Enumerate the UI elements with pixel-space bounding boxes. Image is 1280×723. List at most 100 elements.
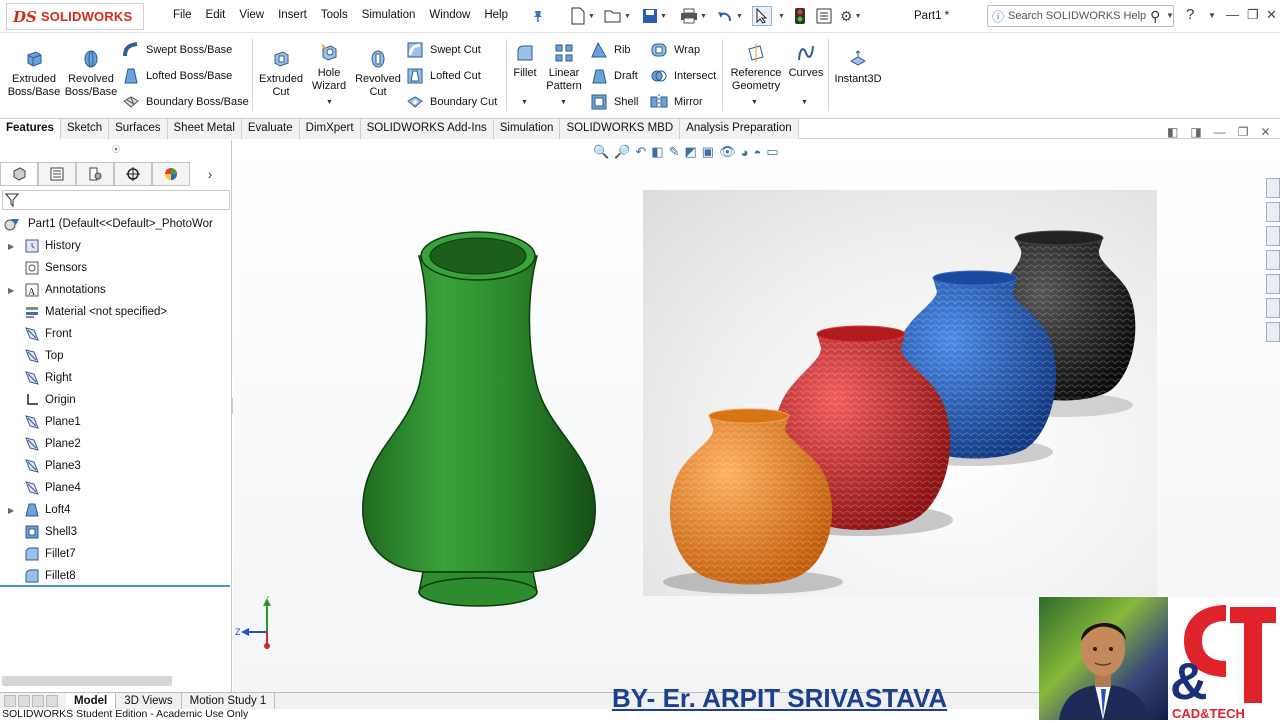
vase-3d-model[interactable]	[357, 226, 599, 612]
lofted-cut-button[interactable]: Lofted Cut	[406, 67, 481, 85]
section-view-icon[interactable]: ◧	[651, 144, 663, 160]
tab-solidworks-mbd[interactable]: SOLIDWORKS MBD	[560, 119, 681, 139]
display-style-icon[interactable]: ▣	[702, 144, 714, 160]
tree-item-plane2[interactable]: Plane2	[24, 434, 81, 454]
tab-first-arrow-icon[interactable]	[4, 695, 16, 707]
boundary-boss-button[interactable]: Boundary Boss/Base	[122, 93, 249, 111]
tab-evaluate[interactable]: Evaluate	[241, 119, 300, 139]
menu-file[interactable]: File	[166, 9, 199, 21]
tab-3d-views[interactable]: 3D Views	[116, 693, 182, 709]
display-manager-tab-icon[interactable]	[152, 162, 190, 186]
menu-help[interactable]: Help	[477, 9, 515, 21]
tab-surfaces[interactable]: Surfaces	[109, 119, 168, 139]
tree-item-plane4[interactable]: Plane4	[24, 478, 81, 498]
tree-filter-input[interactable]	[2, 190, 230, 210]
edit-appearance-icon[interactable]: ◕	[741, 145, 749, 160]
task-pane-file-explorer-icon[interactable]	[1266, 250, 1280, 270]
mirror-button[interactable]: Mirror	[650, 93, 703, 111]
curves-button[interactable]: Curves	[788, 43, 824, 80]
new-document-icon[interactable]: ▼	[570, 6, 595, 26]
help-button[interactable]: ?	[1186, 6, 1194, 23]
linear-pattern-button[interactable]: Linear Pattern	[542, 43, 586, 93]
tab-sheet-metal[interactable]: Sheet Metal	[167, 119, 242, 139]
menu-tools[interactable]: Tools	[314, 9, 355, 21]
tree-item-origin[interactable]: Origin	[24, 390, 76, 410]
tab-last-arrow-icon[interactable]	[46, 695, 58, 707]
view-triad[interactable]: Y Z	[235, 596, 283, 654]
configuration-manager-tab-icon[interactable]	[76, 162, 114, 186]
tree-item-loft4[interactable]: ▶ Loft4	[8, 500, 71, 520]
rib-button[interactable]: Rib	[590, 41, 631, 59]
menu-simulation[interactable]: Simulation	[355, 9, 423, 21]
tab-prev-arrow-icon[interactable]	[18, 695, 30, 707]
tab-motion-study-1[interactable]: Motion Study 1	[182, 693, 276, 709]
view-settings-icon[interactable]: ▭	[766, 144, 778, 160]
panel-more-chevron-icon[interactable]: ›	[190, 166, 230, 182]
wrap-button[interactable]: Wrap	[650, 41, 700, 59]
close-icon[interactable]: ✕	[1266, 7, 1277, 23]
tab-analysis-preparation[interactable]: Analysis Preparation	[680, 119, 799, 139]
tree-item-plane1[interactable]: Plane1	[24, 412, 81, 432]
tab-features[interactable]: Features	[0, 119, 61, 139]
tab-sketch[interactable]: Sketch	[60, 119, 110, 139]
options-gear-icon[interactable]: ⚙ ▼	[840, 6, 862, 26]
tab-model[interactable]: Model	[66, 693, 117, 709]
viewport-close-icon[interactable]: ✕	[1260, 125, 1270, 139]
menu-view[interactable]: View	[232, 9, 271, 21]
feature-manager-tab-icon[interactable]	[0, 162, 38, 186]
curves-dropdown-icon[interactable]: ▼	[801, 99, 808, 106]
revolved-boss-button[interactable]: Revolved Boss/Base	[64, 49, 118, 99]
tree-item-annotations[interactable]: ▶ A Annotations	[8, 280, 106, 300]
intersect-button[interactable]: Intersect	[650, 67, 716, 85]
fillet-button[interactable]: Fillet	[510, 43, 540, 80]
boundary-cut-button[interactable]: Boundary Cut	[406, 93, 497, 111]
tree-item-fillet8[interactable]: Fillet8	[24, 566, 76, 586]
linear-pattern-dropdown-icon[interactable]: ▼	[560, 99, 567, 106]
revolved-cut-button[interactable]: Revolved Cut	[354, 49, 402, 99]
zoom-to-fit-icon[interactable]: 🔍	[593, 144, 609, 160]
dynamic-annotation-icon[interactable]: ✎	[669, 144, 680, 160]
tree-item-history[interactable]: ▶ History	[8, 236, 81, 256]
viewport-minimize-icon[interactable]: —	[1214, 125, 1226, 139]
panel-handle-icon[interactable]: ⦿	[112, 144, 120, 155]
tree-item-material[interactable]: Material <not specified>	[24, 302, 167, 322]
hide-show-items-icon[interactable]: 👁	[719, 144, 736, 160]
tab-solidworks-add-ins[interactable]: SOLIDWORKS Add-Ins	[360, 119, 494, 139]
help-dropdown-icon[interactable]: ▼	[1208, 11, 1216, 20]
menu-insert[interactable]: Insert	[271, 9, 314, 21]
tree-item-right[interactable]: Right	[24, 368, 72, 388]
swept-cut-button[interactable]: Swept Cut	[406, 41, 481, 59]
tree-item-fillet7[interactable]: Fillet7	[24, 544, 76, 564]
task-pane-custom-properties-icon[interactable]	[1266, 298, 1280, 318]
hole-wizard-dropdown-icon[interactable]: ▼	[326, 99, 333, 106]
extruded-boss-button[interactable]: Extruded Boss/Base	[6, 49, 62, 99]
draft-button[interactable]: Draft	[590, 67, 638, 85]
lofted-boss-button[interactable]: Lofted Boss/Base	[122, 67, 232, 85]
open-folder-icon[interactable]: ▼	[604, 6, 631, 26]
task-pane-appearances-icon[interactable]	[1266, 274, 1280, 294]
view-orientation-icon[interactable]: ◩	[684, 144, 696, 160]
viewport-restore-icon[interactable]: ❐	[1238, 125, 1249, 139]
zoom-to-area-icon[interactable]: 🔎	[614, 144, 630, 160]
search-dropdown-icon[interactable]: ▼	[1166, 11, 1174, 20]
expand-arrow-icon[interactable]: ▶	[8, 506, 14, 515]
task-pane-home-icon[interactable]	[1266, 178, 1280, 198]
tab-next-arrow-icon[interactable]	[32, 695, 44, 707]
viewport-tile-right-icon[interactable]: ◨	[1190, 125, 1201, 139]
tab-simulation[interactable]: Simulation	[493, 119, 561, 139]
tree-item-plane3[interactable]: Plane3	[24, 456, 81, 476]
property-manager-tab-icon[interactable]	[38, 162, 76, 186]
minimize-icon[interactable]: —	[1226, 7, 1239, 22]
task-pane-resources-icon[interactable]	[1266, 202, 1280, 222]
menu-edit[interactable]: Edit	[199, 9, 233, 21]
swept-boss-button[interactable]: Swept Boss/Base	[122, 41, 232, 59]
rebuild-icon[interactable]	[794, 6, 806, 26]
tree-horizontal-scrollbar[interactable]	[2, 676, 172, 686]
pin-icon[interactable]	[531, 6, 545, 26]
help-search-input[interactable]: ⓘ Search SOLIDWORKS Help ⚲	[987, 5, 1174, 27]
print-icon[interactable]: ▼	[680, 6, 707, 26]
solidworks-logo[interactable]: DS SOLIDWORKS	[6, 3, 144, 30]
fillet-dropdown-icon[interactable]: ▼	[521, 99, 528, 106]
restore-icon[interactable]: ❐	[1247, 7, 1259, 23]
tab-dimxpert[interactable]: DimXpert	[299, 119, 361, 139]
